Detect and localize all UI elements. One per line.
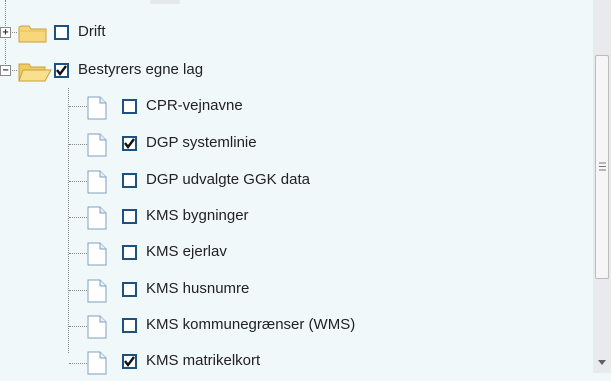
layer-label: DGP systemlinie [146,134,257,151]
checkmark-icon [124,356,135,367]
group-label: Drift [78,23,106,40]
minus-box-icon[interactable]: − [0,65,11,76]
layer-label: KMS matrikelkort [146,352,261,369]
group-label: Bestyrers egne lag [78,61,204,78]
tree-node-layer[interactable]: DGP systemlinie [0,127,420,163]
layer-label: DGP udvalgte GGK data [146,171,310,188]
layer-tree-panel: + Drift − Bestyrers egne lag CPR-vejnavn… [0,0,593,375]
layer-label: CPR-vejnavne [146,97,243,114]
layer-checkbox[interactable] [122,136,137,151]
layer-label: KMS kommunegrænser (WMS) [146,316,356,333]
document-icon [87,315,107,339]
open-folder-icon [18,63,52,82]
plus-box-icon[interactable]: + [0,27,11,38]
document-icon [87,96,107,120]
document-icon [87,279,107,303]
vertical-scrollbar[interactable] [593,0,611,373]
layer-label: KMS bygninger [146,207,249,224]
layer-label: KMS husnumre [146,280,250,297]
grip-icon [599,162,606,171]
tree-node-layer[interactable]: DGP udvalgte GGK data [0,164,420,200]
tree-node-layer[interactable]: KMS ejerlav [0,236,420,272]
document-icon [87,351,107,375]
scroll-down-arrow-icon[interactable] [598,360,606,365]
partial-row-stub [150,0,180,4]
layer-label: KMS ejerlav [146,243,227,260]
scrollbar-thumb[interactable] [595,55,609,279]
layer-checkbox[interactable] [122,282,137,297]
tree-node-layer[interactable]: KMS kommunegrænser (WMS) [0,309,420,345]
layer-checkbox[interactable] [122,354,137,369]
document-icon [87,242,107,266]
tree-node-drift[interactable]: + Drift [0,16,300,52]
layer-checkbox[interactable] [122,209,137,224]
group-checkbox[interactable] [54,63,69,78]
document-icon [87,133,107,157]
tree-node-bestyrers-egne-lag[interactable]: − Bestyrers egne lag [0,54,320,90]
checkmark-icon [124,138,135,149]
layer-checkbox[interactable] [122,99,137,114]
layer-checkbox[interactable] [122,318,137,333]
document-icon [87,206,107,230]
layer-checkbox[interactable] [122,245,137,260]
tree-node-layer[interactable]: KMS bygninger [0,200,420,236]
tree-node-layer[interactable]: KMS matrikelkort [0,345,420,381]
layer-checkbox[interactable] [122,173,137,188]
tree-node-layer[interactable]: KMS husnumre [0,273,420,309]
group-checkbox[interactable] [54,25,69,40]
tree-node-layer[interactable]: CPR-vejnavne [0,90,420,126]
folder-icon [18,25,47,43]
checkmark-icon [56,65,67,76]
document-icon [87,170,107,194]
